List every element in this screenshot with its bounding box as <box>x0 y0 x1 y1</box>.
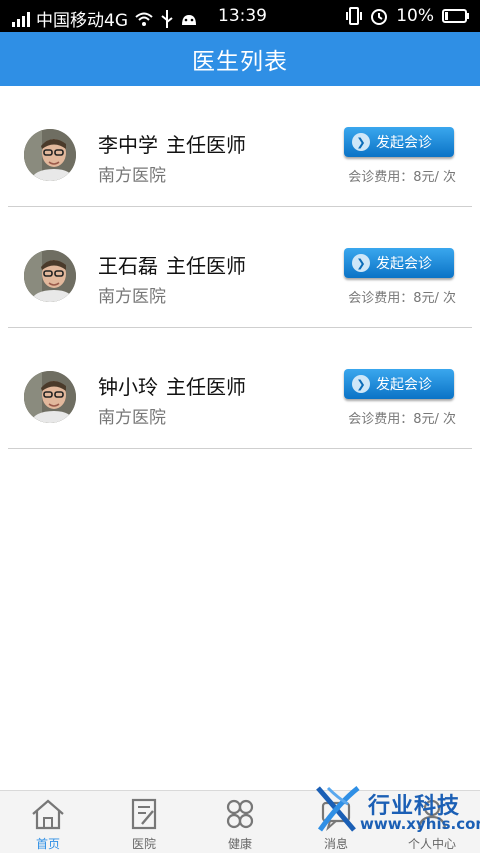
clock: 13:39 <box>218 6 267 26</box>
doctor-avatar <box>24 371 76 423</box>
start-consultation-label: 发起会诊 <box>376 377 432 393</box>
tab-hospital[interactable]: 医院 <box>96 791 192 853</box>
chevron-right-icon: ❯ <box>352 375 370 393</box>
brand-logo-icon <box>316 786 360 832</box>
doctor-name-row: 李中学 主任医师 <box>98 129 246 158</box>
doctor-list-item[interactable]: 李中学 主任医师 南方医院 ❯ 发起会诊 会诊费用：8元/ 次 <box>8 86 472 207</box>
signal-icon <box>12 11 30 27</box>
doctor-name-row: 钟小玲 主任医师 <box>98 371 246 400</box>
doctor-title: 主任医师 <box>166 133 246 157</box>
tab-home[interactable]: 首页 <box>0 791 96 853</box>
health-icon <box>226 799 254 829</box>
doctor-hospital: 南方医院 <box>98 408 166 428</box>
android-icon <box>182 14 196 25</box>
start-consultation-button[interactable]: ❯ 发起会诊 <box>344 127 454 157</box>
start-consultation-button[interactable]: ❯ 发起会诊 <box>344 369 454 399</box>
start-consultation-label: 发起会诊 <box>376 256 432 272</box>
doctor-avatar <box>24 250 76 302</box>
doctor-name-row: 王石磊 主任医师 <box>98 250 246 279</box>
brand-url: www.xyhis.com <box>360 815 480 833</box>
header-bar: 医生列表 <box>0 32 480 86</box>
vibrate-icon <box>346 7 363 25</box>
doctor-list: 李中学主任医师 南方医院 ❯ 发起会诊 会诊费用：8元/ 次 王石磊主任医师 <box>8 86 472 449</box>
chevron-right-icon: ❯ <box>352 133 370 151</box>
consultation-fee: 会诊费用：8元/ 次 <box>348 291 456 306</box>
consultation-fee: 会诊费用：8元/ 次 <box>348 412 456 427</box>
doctor-name: 钟小玲 <box>98 375 158 399</box>
brand-watermark: 行业科技 www.xyhis.com <box>312 784 480 836</box>
doctor-hospital: 南方医院 <box>98 166 166 186</box>
chevron-right-icon: ❯ <box>352 254 370 272</box>
doctor-name: 李中学 <box>98 133 158 157</box>
wifi-icon <box>135 12 153 26</box>
carrier-label: 中国移动4G <box>36 11 128 31</box>
battery-percent: 10% <box>396 6 434 26</box>
start-consultation-label: 发起会诊 <box>376 135 432 151</box>
status-bar: 中国移动4G 13:39 10% <box>0 0 480 32</box>
tab-health[interactable]: 健康 <box>192 791 288 853</box>
tab-health-label: 健康 <box>227 837 252 851</box>
doctor-list-item[interactable]: 王石磊 主任医师 南方医院 ❯ 发起会诊 会诊费用：8元/ 次 <box>8 207 472 328</box>
doctor-avatar <box>24 129 76 181</box>
doctor-list-item[interactable]: 钟小玲 主任医师 南方医院 ❯ 发起会诊 会诊费用：8元/ 次 <box>8 328 472 449</box>
battery-icon <box>442 9 469 23</box>
tab-home-label: 首页 <box>35 837 60 851</box>
tab-message-label: 消息 <box>323 837 348 851</box>
usb-icon <box>161 9 173 28</box>
doctor-hospital: 南方医院 <box>98 287 166 307</box>
hospital-icon <box>131 798 157 830</box>
tab-hospital-label: 医院 <box>131 837 156 851</box>
doctor-name: 王石磊 <box>98 254 158 278</box>
start-consultation-button[interactable]: ❯ 发起会诊 <box>344 248 454 278</box>
page-title: 医生列表 <box>192 49 288 75</box>
home-icon <box>32 799 64 830</box>
consultation-fee: 会诊费用：8元/ 次 <box>348 170 456 185</box>
doctor-title: 主任医师 <box>166 375 246 399</box>
doctor-title: 主任医师 <box>166 254 246 278</box>
tab-profile-label: 个人中心 <box>407 837 456 851</box>
alarm-icon <box>371 9 388 25</box>
